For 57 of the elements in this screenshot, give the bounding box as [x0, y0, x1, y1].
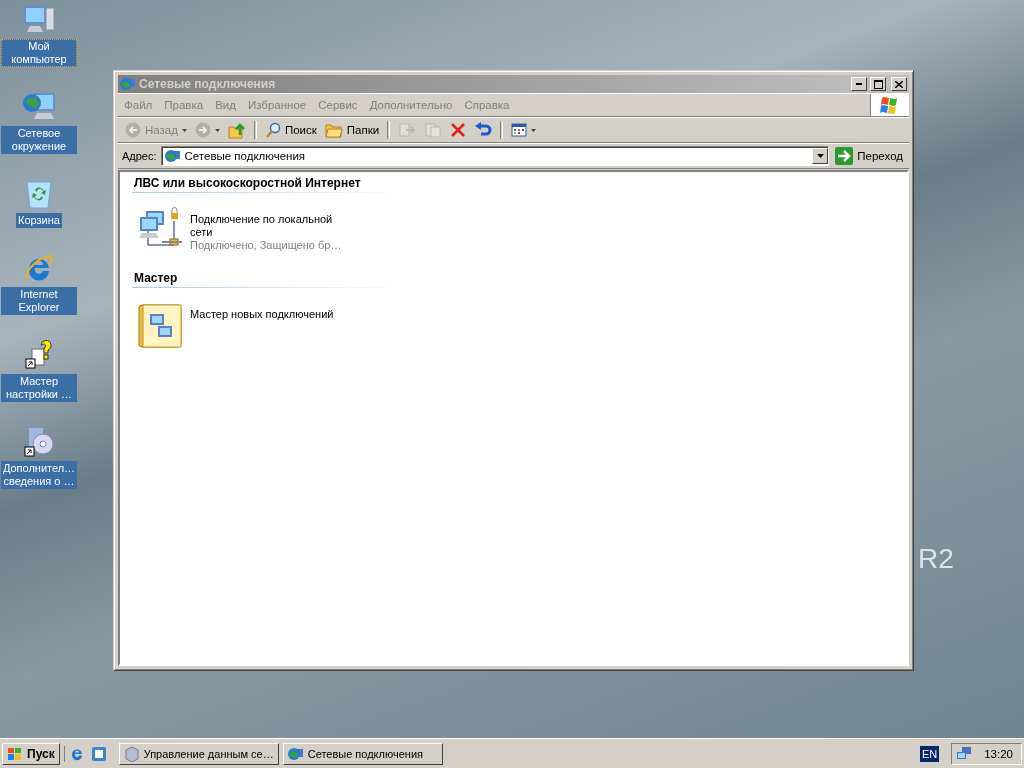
disc-shortcut-icon: [23, 426, 55, 458]
windows-flag-icon: [7, 746, 23, 761]
server-icon: [123, 745, 140, 762]
connection-wizard-icon: [136, 302, 184, 350]
recycle-bin-icon: [24, 178, 54, 210]
dropdown-caret-icon: [531, 128, 537, 132]
move-to-icon: [398, 122, 417, 138]
network-globe-icon: [120, 76, 136, 92]
copy-to-icon: [424, 122, 443, 138]
go-button[interactable]: Переход: [833, 147, 905, 165]
group-header: Мастер: [132, 271, 404, 288]
taskbar-button[interactable]: Сетевые подключения: [282, 742, 443, 765]
dropdown-caret-icon: [181, 128, 187, 132]
item-status: Подключено, Защищено бр…: [190, 239, 343, 252]
item-name[interactable]: Подключение по локальной сети: [190, 213, 350, 239]
maximize-icon: [873, 79, 883, 89]
dropdown-caret-icon: [214, 128, 220, 132]
undo-icon: [474, 122, 493, 138]
windows-flag-icon: [880, 96, 900, 114]
dropdown-caret-icon: [816, 154, 824, 158]
show-desktop-icon[interactable]: [90, 745, 107, 762]
start-button[interactable]: Пуск: [2, 742, 60, 765]
desktop-icon-label[interactable]: Мой компьютер: [1, 39, 77, 67]
network-globe-icon: [164, 148, 181, 164]
network-tray-icon[interactable]: [956, 745, 973, 762]
folder-up-icon: [227, 121, 246, 139]
delete-icon: [450, 122, 467, 138]
menu-item[interactable]: Правка: [158, 96, 210, 114]
desktop-icon-label[interactable]: Корзина: [16, 213, 62, 228]
minimize-icon: [856, 83, 862, 85]
group-header: ЛВС или высокоскоростной Интернет: [132, 176, 404, 193]
address-label: Адрес:: [122, 150, 157, 162]
close-icon: [895, 80, 903, 88]
search-icon: [264, 122, 281, 138]
help-document-shortcut-icon: [24, 339, 54, 371]
desktop-icon-label[interactable]: Internet Explorer: [1, 287, 77, 315]
views-icon: [511, 122, 528, 138]
network-globe-icon: [287, 745, 304, 762]
taskbar-button[interactable]: Управление данным се…: [118, 742, 279, 765]
window-title: Сетевые подключения: [139, 77, 277, 91]
menu-item[interactable]: Дополнительно: [363, 96, 459, 114]
toolbar-button[interactable]: Поиск: [261, 119, 320, 141]
desktop-icon-label[interactable]: Мастер настройки …: [1, 374, 77, 402]
clock: 13:20: [984, 747, 1013, 760]
language-indicator[interactable]: EN: [919, 745, 940, 762]
go-arrow-icon: [835, 147, 854, 165]
wallpaper-text: R2: [918, 543, 954, 575]
menu-item[interactable]: Файл: [118, 96, 159, 114]
menu-item[interactable]: Избранное: [241, 96, 313, 114]
desktop-icon-label[interactable]: Сетевое окружение: [1, 126, 77, 154]
desktop-icon-label[interactable]: Дополнител… сведения о …: [0, 461, 78, 489]
item-name[interactable]: Мастер новых подключений: [190, 308, 350, 321]
menu-item[interactable]: Справка: [458, 96, 516, 114]
address-field[interactable]: Сетевые подключения: [160, 146, 830, 166]
folders-icon: [324, 122, 343, 138]
dropdown-button[interactable]: [812, 148, 829, 164]
toolbar-button[interactable]: Папки: [321, 119, 383, 141]
